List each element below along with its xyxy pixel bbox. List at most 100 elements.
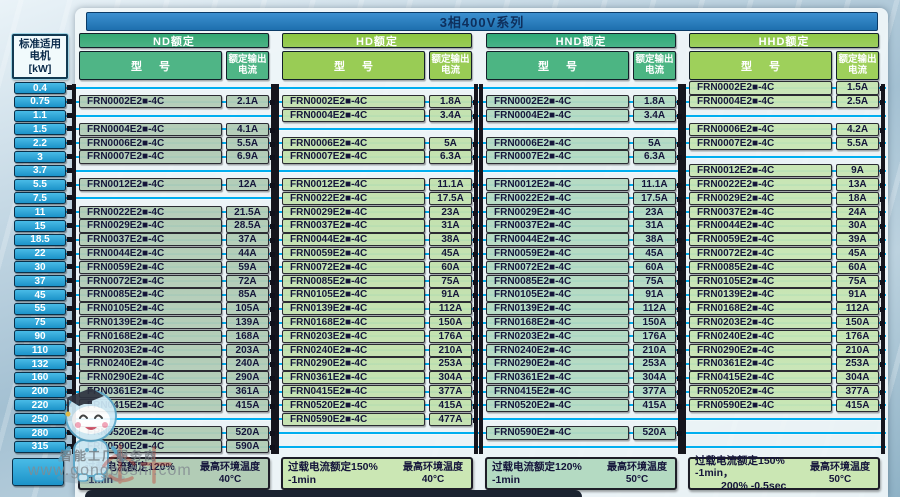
current-cell: 23A bbox=[633, 206, 676, 219]
motor-header-line1: 标准适用 bbox=[19, 38, 61, 51]
current-cell: 6.3A bbox=[429, 150, 472, 163]
model-cell: FRN0012E2■-4C bbox=[79, 178, 222, 191]
model-cell: FRN0029E2■-4C bbox=[79, 219, 222, 232]
model-row: FRN0105E2■-4C91A bbox=[486, 288, 676, 301]
model-row: FRN0002E2■-4C1.8A bbox=[282, 95, 472, 108]
kw-cell: 2.2 bbox=[14, 137, 66, 149]
model-row: FRN0168E2■-4C150A bbox=[282, 316, 472, 329]
model-row: FRN0072E2■-4C72A bbox=[79, 275, 269, 288]
model-row: FRN0290E2■-4C290A bbox=[79, 371, 269, 384]
current-cell: 150A bbox=[836, 316, 879, 329]
kw-cell: 132 bbox=[14, 358, 66, 370]
model-cell: FRN0029E2■-4C bbox=[486, 206, 629, 219]
current-cell: 3.4A bbox=[429, 109, 472, 122]
current-cell: 9A bbox=[836, 164, 879, 177]
model-row: FRN0085E2■-4C60A bbox=[689, 261, 879, 274]
model-row: FRN0139E2■-4C91A bbox=[689, 288, 879, 301]
model-row: FRN0105E2■-4C75A bbox=[689, 275, 879, 288]
model-row: FRN0139E2■-4C112A bbox=[282, 302, 472, 315]
model-cell: FRN0006E2■-4C bbox=[282, 137, 425, 150]
model-row: FRN0044E2■-4C44A bbox=[79, 247, 269, 260]
model-cell: FRN0203E2■-4C bbox=[79, 344, 222, 357]
current-cell: 1.5A bbox=[836, 81, 879, 94]
model-cell: FRN0168E2■-4C bbox=[689, 302, 832, 315]
kw-cell: 15 bbox=[14, 220, 66, 232]
model-row: FRN0006E2■-4C5A bbox=[486, 137, 676, 150]
current-cell: 203A bbox=[226, 344, 269, 357]
current-col-header-line2: 电流 bbox=[441, 66, 460, 76]
model-cell: FRN0012E2■-4C bbox=[689, 164, 832, 177]
current-cell: 5.5A bbox=[836, 137, 879, 150]
model-cell: FRN0139E2■-4C bbox=[486, 302, 629, 315]
model-row: FRN0012E2■-4C12A bbox=[79, 178, 269, 191]
model-cell: FRN0590E2■-4C bbox=[689, 399, 832, 412]
model-cell: FRN0139E2■-4C bbox=[282, 302, 425, 315]
model-row: FRN0203E2■-4C 150A bbox=[689, 316, 879, 329]
model-cell: FRN0007E2■-4C bbox=[689, 137, 832, 150]
note-left-line: 200% -0.5sec bbox=[695, 480, 804, 492]
kw-cell: 1.1 bbox=[14, 110, 66, 122]
model-row: FRN0085E2■-4C75A bbox=[486, 275, 676, 288]
model-row: FRN0590E2■-4C415A bbox=[689, 399, 879, 412]
current-cell: 75A bbox=[836, 275, 879, 288]
current-cell: 176A bbox=[836, 330, 879, 343]
model-row: FRN0029E2■-4C 23A bbox=[486, 206, 676, 219]
model-row: FRN0072E2■-4C60A bbox=[486, 261, 676, 274]
model-cell: FRN0037E2■-4C bbox=[486, 219, 629, 232]
model-row: FRN0004E2■-4C4.1A bbox=[79, 123, 269, 136]
motor-header-line3: [kW] bbox=[29, 63, 52, 76]
current-cell: 240A bbox=[226, 357, 269, 370]
model-row: FRN0240E2■-4C 176A bbox=[689, 330, 879, 343]
current-cell: 4.2A bbox=[836, 123, 879, 136]
model-cell: FRN0361E2■-4C bbox=[486, 371, 629, 384]
current-cell: 39A bbox=[836, 233, 879, 246]
model-row: FRN0006E2■-4C4.2A bbox=[689, 123, 879, 136]
model-cell: FRN0059E2■-4C bbox=[486, 247, 629, 260]
model-cell: FRN0044E2■-4C bbox=[282, 233, 425, 246]
current-col-header-line2: 电流 bbox=[238, 66, 257, 76]
model-row: FRN0059E2■-4C 39A bbox=[689, 233, 879, 246]
current-cell: 477A bbox=[429, 413, 472, 426]
model-cell: FRN0059E2■-4C bbox=[689, 233, 832, 246]
current-cell: 18A bbox=[836, 192, 879, 205]
current-cell: 60A bbox=[633, 261, 676, 274]
model-row: FRN0037E2■-4C24A bbox=[689, 206, 879, 219]
model-row: FRN0007E2■-4C 5.5A bbox=[689, 137, 879, 150]
model-cell: FRN0059E2■-4C bbox=[79, 261, 222, 274]
kw-cell: 1.5 bbox=[14, 123, 66, 135]
current-cell: 361A bbox=[226, 385, 269, 398]
model-row: FRN0240E2■-4C240A bbox=[79, 357, 269, 370]
current-cell: 45A bbox=[429, 247, 472, 260]
current-col-header-line2: 电流 bbox=[645, 66, 664, 76]
current-cell: 11.1A bbox=[429, 178, 472, 191]
model-row: FRN0044E2■-4C38A bbox=[282, 233, 472, 246]
current-cell: 59A bbox=[226, 261, 269, 274]
current-cell: 2.1A bbox=[226, 95, 269, 108]
current-col-header-line2: 电流 bbox=[848, 66, 867, 76]
model-cell: FRN0004E2■-4C bbox=[282, 109, 425, 122]
model-row: FRN0415E2■-4C304A bbox=[689, 371, 879, 384]
current-col-header: 额定输出电流 bbox=[226, 51, 269, 80]
model-cell: FRN0002E2■-4C bbox=[689, 81, 832, 94]
note-right: 最高环境温度40°C bbox=[397, 462, 471, 485]
current-cell: 176A bbox=[429, 330, 472, 343]
note-right-line: 50°C bbox=[804, 474, 876, 486]
model-cell: FRN0240E2■-4C bbox=[689, 330, 832, 343]
current-cell: 75A bbox=[429, 275, 472, 288]
note-right-line: 40°C bbox=[397, 474, 469, 486]
model-row: FRN0361E2■-4C304A bbox=[282, 371, 472, 384]
current-cell: 91A bbox=[429, 288, 472, 301]
motor-header-line2: 电机 bbox=[30, 50, 51, 63]
model-cell: FRN0415E2■-4C bbox=[486, 385, 629, 398]
model-cell: FRN0037E2■-4C bbox=[689, 206, 832, 219]
model-row: FRN0002E2■-4C1.8A bbox=[486, 95, 676, 108]
model-cell: FRN0004E2■-4C bbox=[486, 109, 629, 122]
kw-cell: 55 bbox=[14, 303, 66, 315]
model-row: FRN0022E2■-4C17.5A bbox=[282, 192, 472, 205]
model-cell: FRN0590E2■-4C bbox=[282, 413, 425, 426]
kw-cell: 110 bbox=[14, 344, 66, 356]
model-cell: FRN0203E2■-4C bbox=[689, 316, 832, 329]
current-cell: 6.3A bbox=[633, 150, 676, 163]
kw-cell: 30 bbox=[14, 261, 66, 273]
model-cell: FRN0002E2■-4C bbox=[486, 95, 629, 108]
